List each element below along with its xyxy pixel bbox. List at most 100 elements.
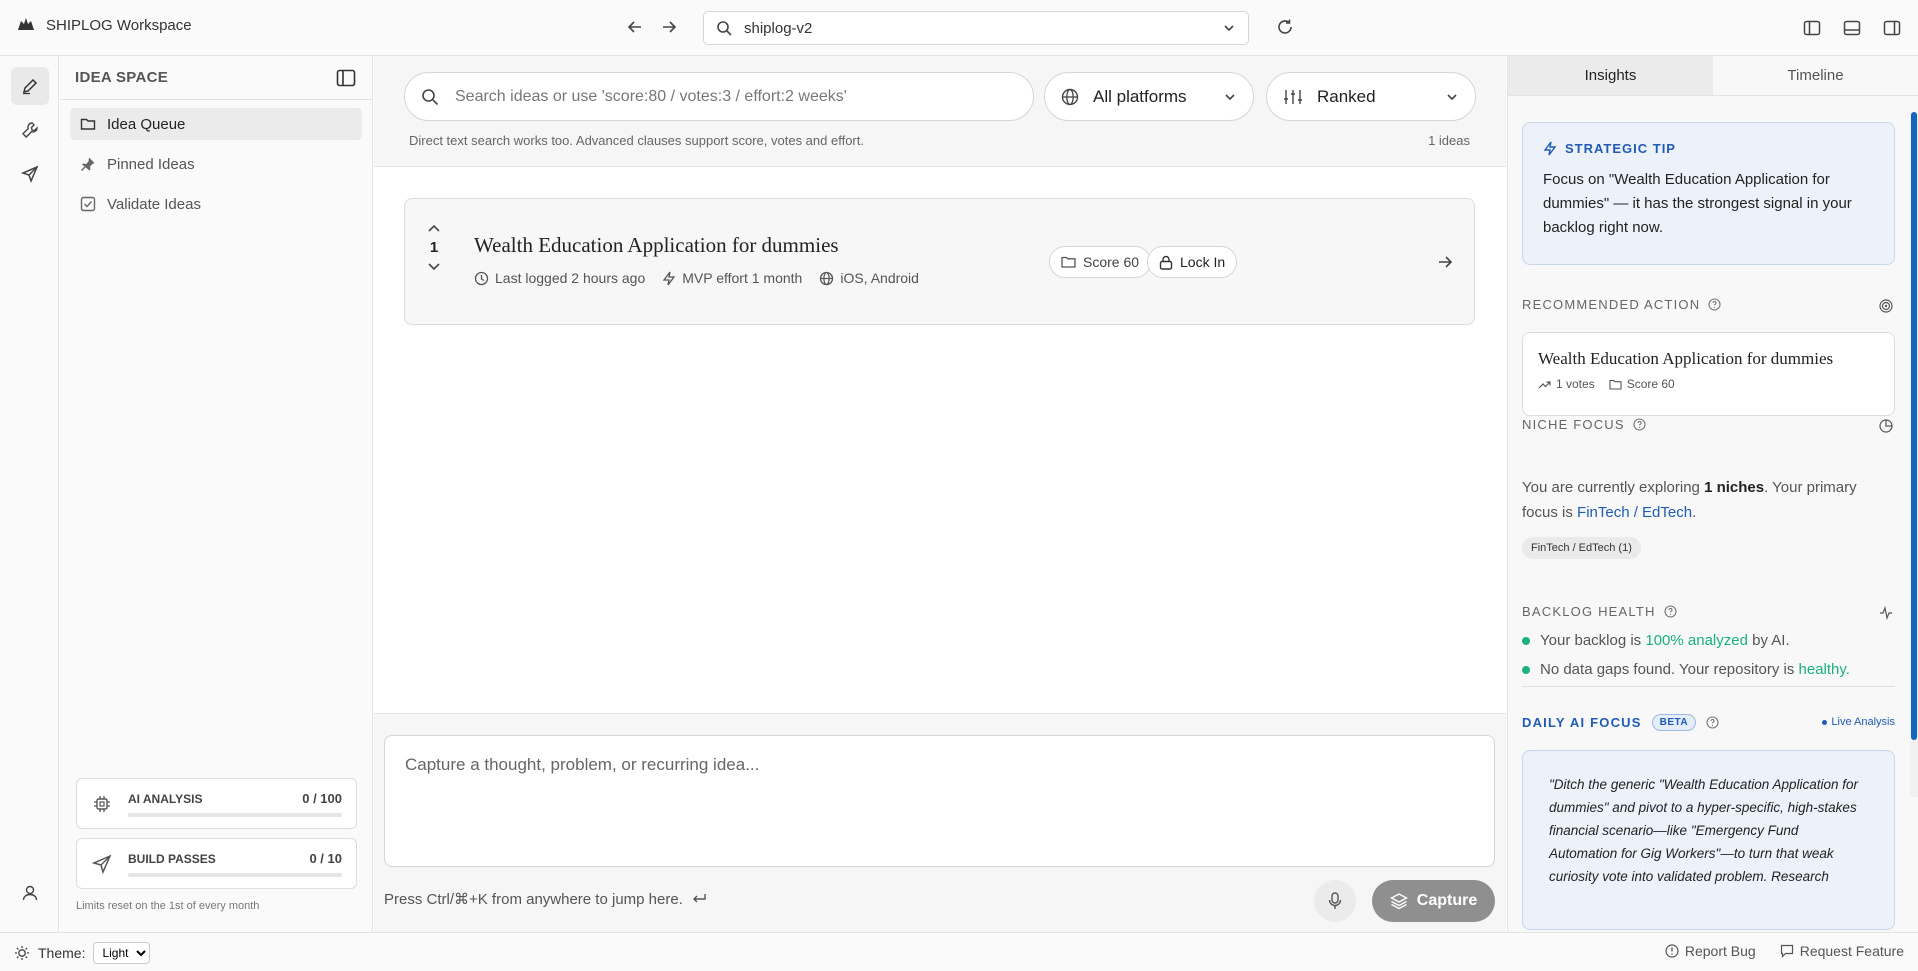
idea-textarea[interactable] [405, 755, 1474, 847]
pie-chart-icon [1877, 417, 1895, 435]
bolt-icon [662, 271, 676, 286]
report-bug-link[interactable]: Report Bug [1665, 943, 1756, 959]
niche-text: You are currently exploring 1 niches. Yo… [1522, 475, 1895, 525]
section-label: RECOMMENDED ACTION [1522, 297, 1701, 312]
logged-meta: Last logged 2 hours ago [474, 270, 645, 286]
help-icon[interactable] [1706, 716, 1719, 729]
bolt-icon [1543, 141, 1557, 156]
right-panel-icon[interactable] [1878, 14, 1906, 42]
usage-value: 0 / 10 [309, 851, 342, 866]
app-title: SHIPLOG Workspace [46, 16, 192, 34]
recommended-title: Wealth Education Application for dummies [1538, 349, 1834, 368]
scrollbar-thumb[interactable] [1911, 112, 1917, 740]
send-icon[interactable] [11, 155, 49, 193]
insights-panel: Insights Timeline STRATEGIC TIP Focus on… [1507, 56, 1918, 932]
shortcut-hint: Press Ctrl/⌘+K from anywhere to jump her… [384, 890, 707, 908]
search-input[interactable] [455, 87, 1017, 106]
panel-tabs: Insights Timeline [1508, 56, 1918, 96]
pulse-icon [1877, 604, 1895, 622]
request-feature-link[interactable]: Request Feature [1780, 943, 1904, 959]
build-passes-usage: BUILD PASSES 0 / 10 [76, 838, 357, 889]
back-arrow-icon[interactable] [623, 14, 647, 40]
sidebar-item-label: Validate Ideas [107, 195, 201, 213]
platform-filter[interactable]: All platforms [1044, 72, 1254, 121]
lock-in-button[interactable]: Lock In [1147, 246, 1238, 278]
daily-focus-label: DAILY AI FOCUS [1522, 715, 1642, 730]
help-icon[interactable] [1633, 418, 1646, 431]
recommended-action-label: RECOMMENDED ACTION [1522, 297, 1721, 312]
bottom-panel-icon[interactable] [1838, 14, 1866, 42]
sidebar-item-pinned-ideas[interactable]: Pinned Ideas [70, 148, 362, 180]
wrench-icon[interactable] [11, 111, 49, 149]
score-text: Score 60 [1083, 254, 1140, 270]
idea-title[interactable]: Wealth Education Application for dummies [474, 233, 839, 258]
health-highlight: 100% analyzed [1645, 632, 1748, 649]
tab-insights[interactable]: Insights [1508, 56, 1713, 95]
refresh-icon[interactable] [1272, 14, 1298, 40]
sidebar-toggle-icon[interactable] [335, 67, 357, 89]
health-line: Your backlog is 100% analyzed by AI. [1522, 632, 1895, 649]
pencil-icon[interactable] [11, 67, 49, 105]
chip-icon [89, 791, 115, 817]
effort-meta: MVP effort 1 month [662, 270, 802, 286]
tab-timeline[interactable]: Timeline [1713, 56, 1918, 95]
user-icon[interactable] [11, 874, 49, 912]
folder-icon [80, 116, 96, 132]
platform-filter-value: All platforms [1093, 86, 1187, 106]
composer[interactable] [384, 735, 1495, 867]
recommended-card[interactable]: Wealth Education Application for dummies… [1522, 332, 1895, 416]
section-label: NICHE FOCUS [1522, 417, 1625, 432]
message-icon [1780, 944, 1794, 958]
folder-icon [1609, 379, 1622, 390]
health-text-part: Your backlog is [1540, 632, 1646, 649]
usage-bar [128, 813, 342, 817]
checkbox-icon [80, 196, 96, 212]
pin-icon [80, 156, 96, 172]
left-rail [0, 56, 59, 932]
idea-list: 1 Wealth Education Application for dummi… [374, 168, 1506, 713]
sidebar: IDEA SPACE Idea Queue Pinned Ideas Valid… [60, 56, 373, 932]
left-panel-icon[interactable] [1798, 14, 1826, 42]
live-analysis-text: Live Analysis [1831, 716, 1895, 728]
upvote-icon[interactable] [427, 223, 441, 235]
globe-icon [1061, 88, 1079, 106]
sidebar-item-idea-queue[interactable]: Idea Queue [70, 108, 362, 140]
app-logo-icon [17, 16, 35, 34]
idea-card[interactable]: 1 Wealth Education Application for dummi… [404, 198, 1475, 325]
open-arrow-icon[interactable] [1434, 251, 1456, 273]
niche-tag[interactable]: FinTech / EdTech (1) [1522, 537, 1641, 559]
chevron-down-icon [1223, 90, 1237, 104]
logged-text: Last logged 2 hours ago [495, 270, 646, 286]
enter-icon [691, 892, 707, 906]
capture-button[interactable]: Capture [1372, 880, 1495, 922]
niche-focus-label: NICHE FOCUS [1522, 417, 1646, 432]
globe-icon [819, 271, 834, 286]
sort-select[interactable]: Ranked [1266, 72, 1476, 121]
divider [1522, 686, 1895, 687]
help-icon[interactable] [1708, 298, 1721, 311]
theme-select[interactable]: Light [93, 942, 151, 964]
search-box[interactable] [404, 72, 1034, 121]
usage-bar [128, 873, 342, 877]
niche-focus-link[interactable]: FinTech / EdTech [1577, 504, 1692, 521]
sliders-icon [1283, 88, 1303, 106]
forward-arrow-icon[interactable] [657, 14, 681, 40]
chevron-down-icon[interactable] [1222, 21, 1236, 35]
help-icon[interactable] [1664, 605, 1677, 618]
health-text-part: No data gaps found. Your repository is [1540, 661, 1799, 678]
brand: SHIPLOG Workspace [17, 16, 192, 34]
alert-circle-icon [1665, 944, 1679, 958]
beta-badge: BETA [1651, 714, 1697, 731]
address-bar[interactable]: shiplog-v2 [703, 11, 1249, 45]
folder-icon [1061, 255, 1076, 269]
section-label: BACKLOG HEALTH [1522, 604, 1656, 619]
platforms-text: iOS, Android [840, 270, 919, 286]
status-dot [1522, 636, 1530, 645]
recommended-votes: 1 votes [1538, 377, 1595, 391]
health-highlight: healthy. [1798, 661, 1850, 678]
sidebar-item-validate-ideas[interactable]: Validate Ideas [70, 188, 362, 220]
downvote-icon[interactable] [427, 260, 441, 272]
microphone-button[interactable] [1314, 880, 1356, 922]
health-text-part: by AI. [1747, 632, 1790, 649]
search-icon [716, 20, 732, 36]
